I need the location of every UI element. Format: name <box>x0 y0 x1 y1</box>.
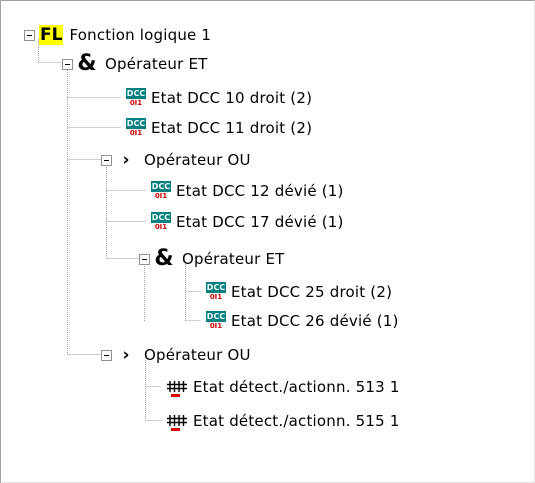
node-label: Etat DCC 12 dévié (1) <box>176 182 344 200</box>
tree-node-dcc[interactable]: DCC 0I1 Etat DCC 11 droit (2) <box>126 116 312 140</box>
dcc-icon-top: DCC <box>126 88 146 99</box>
fl-logic-icon: FL <box>39 25 64 45</box>
tree-node-detector[interactable]: Etat détect./actionn. 513 1 <box>166 375 400 399</box>
or-operator-icon: › <box>122 150 130 170</box>
tree-node-dcc[interactable]: DCC 0I1 Etat DCC 26 dévié (1) <box>206 309 399 333</box>
dcc-icon-bottom: 0I1 <box>129 99 143 107</box>
collapse-toggle-icon[interactable] <box>101 154 112 166</box>
tree-node-dcc[interactable]: DCC 0I1 Etat DCC 25 droit (2) <box>206 280 392 304</box>
node-label: Etat détect./actionn. 513 1 <box>193 378 400 396</box>
collapse-toggle-icon[interactable] <box>62 58 73 70</box>
node-label: Opérateur OU <box>144 346 251 364</box>
dcc-icon-bottom: 0I1 <box>129 129 143 137</box>
tree-node-root[interactable]: FL Fonction logique 1 <box>24 23 211 47</box>
tree-node-dcc[interactable]: DCC 0I1 Etat DCC 12 dévié (1) <box>151 179 344 203</box>
node-label: Etat DCC 11 droit (2) <box>151 119 313 137</box>
collapse-toggle-icon[interactable] <box>101 349 112 361</box>
collapse-toggle-icon[interactable] <box>139 253 150 265</box>
node-label: Opérateur ET <box>105 55 208 73</box>
collapse-toggle-icon[interactable] <box>24 29 35 41</box>
node-label: Etat DCC 25 droit (2) <box>231 283 393 301</box>
tree-node-or-operator[interactable]: › Opérateur OU <box>101 148 251 172</box>
tree-node-and-operator[interactable]: & Opérateur ET <box>62 52 208 76</box>
node-label: Etat détect./actionn. 515 1 <box>193 412 400 430</box>
dcc-icon-bottom: 0I1 <box>209 322 223 330</box>
tree-node-dcc[interactable]: DCC 0I1 Etat DCC 10 droit (2) <box>126 86 312 110</box>
dcc-accessory-icon: DCC 0I1 <box>206 282 226 302</box>
logic-tree-view[interactable]: FL Fonction logique 1 & Opérateur ET DCC… <box>0 0 535 483</box>
dcc-icon-top: DCC <box>151 212 171 223</box>
dcc-icon-top: DCC <box>206 311 226 322</box>
dcc-accessory-icon: DCC 0I1 <box>151 212 171 232</box>
dcc-icon-top: DCC <box>151 181 171 192</box>
node-label: Etat DCC 26 dévié (1) <box>231 312 399 330</box>
dcc-icon-bottom: 0I1 <box>209 293 223 301</box>
detector-actuator-icon <box>167 415 187 431</box>
tree-node-and-operator[interactable]: & Opérateur ET <box>139 247 285 271</box>
or-operator-icon: › <box>122 345 130 365</box>
dcc-icon-top: DCC <box>126 118 146 129</box>
dcc-icon-bottom: 0I1 <box>154 192 168 200</box>
detector-actuator-icon <box>167 381 187 397</box>
dcc-accessory-icon: DCC 0I1 <box>206 311 226 331</box>
dcc-accessory-icon: DCC 0I1 <box>126 88 146 108</box>
dcc-icon-top: DCC <box>206 282 226 293</box>
tree-node-detector[interactable]: Etat détect./actionn. 515 1 <box>166 409 400 433</box>
node-label: Etat DCC 10 droit (2) <box>151 89 313 107</box>
tree-node-dcc[interactable]: DCC 0I1 Etat DCC 17 dévié (1) <box>151 210 344 234</box>
and-operator-icon: & <box>154 246 174 271</box>
dcc-accessory-icon: DCC 0I1 <box>151 181 171 201</box>
node-label: Opérateur ET <box>182 250 285 268</box>
and-operator-icon: & <box>77 51 97 76</box>
node-label: Opérateur OU <box>144 151 251 169</box>
dcc-icon-bottom: 0I1 <box>154 223 168 231</box>
node-label: Etat DCC 17 dévié (1) <box>176 213 344 231</box>
dcc-accessory-icon: DCC 0I1 <box>126 118 146 138</box>
node-label: Fonction logique 1 <box>69 26 212 44</box>
tree-node-or-operator[interactable]: › Opérateur OU <box>101 343 251 367</box>
